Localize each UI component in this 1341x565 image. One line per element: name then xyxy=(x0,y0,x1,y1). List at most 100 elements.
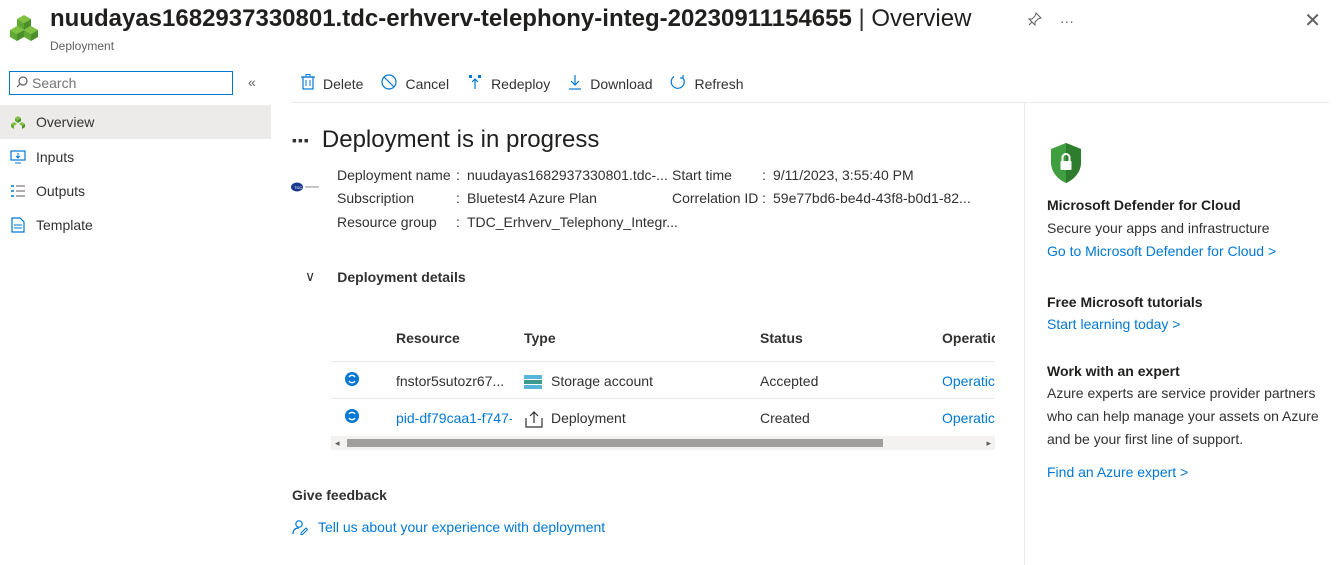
inputs-icon xyxy=(10,150,26,164)
toolbar-divider xyxy=(291,102,1329,103)
colon-separator: : xyxy=(762,167,766,183)
column-header-operation[interactable]: Operatic xyxy=(942,330,995,346)
cancel-label: Cancel xyxy=(405,76,450,92)
table-row-type: Deployment xyxy=(551,410,626,426)
redeploy-button[interactable]: Redeploy xyxy=(467,74,550,95)
deployment-name-label: Deployment name xyxy=(337,167,451,183)
expert-title: Work with an expert xyxy=(1047,363,1180,379)
table-row-status: Created xyxy=(760,410,810,426)
close-icon[interactable]: ✕ xyxy=(1304,8,1321,33)
outputs-icon xyxy=(10,184,26,198)
start-time-label: Start time xyxy=(672,167,732,183)
colon-separator: : xyxy=(456,167,460,183)
scroll-right-icon[interactable]: ▸ xyxy=(986,436,991,450)
svg-text:TDC: TDC xyxy=(294,185,302,190)
cancel-icon xyxy=(381,73,398,95)
status-sync-icon xyxy=(345,372,359,386)
sidebar-item-label: Template xyxy=(36,217,93,233)
expert-description-line: and be your first line of support. xyxy=(1047,431,1244,447)
sidebar-item-label: Inputs xyxy=(36,149,75,165)
more-options-icon[interactable]: ··· xyxy=(1060,13,1074,29)
column-header-status[interactable]: Status xyxy=(760,330,803,346)
defender-shield-icon xyxy=(1049,142,1332,189)
sidebar-item-inputs[interactable]: Inputs xyxy=(0,140,271,174)
download-button[interactable]: Download xyxy=(568,74,652,95)
defender-title: Microsoft Defender for Cloud xyxy=(1047,197,1241,213)
download-label: Download xyxy=(590,76,653,92)
row-divider xyxy=(331,398,995,399)
deployment-details-toggle[interactable]: ∨ Deployment details xyxy=(305,268,466,285)
table-row-resource-link[interactable]: pid-df79caa1-f747- xyxy=(396,410,512,426)
sidebar-item-overview[interactable]: Overview xyxy=(0,105,271,139)
feedback-icon xyxy=(292,519,308,535)
table-row-resource: fnstor5sutozr67... xyxy=(396,373,505,389)
refresh-label: Refresh xyxy=(694,76,744,92)
correlation-id-label: Correlation ID xyxy=(672,190,759,206)
scroll-left-icon[interactable]: ◂ xyxy=(335,436,340,450)
start-time-value: 9/11/2023, 3:55:40 PM xyxy=(773,167,914,183)
subscription-link[interactable]: Bluetest4 Azure Plan xyxy=(467,190,597,206)
table-row-operation-link[interactable]: Operatic xyxy=(942,373,995,389)
subscription-label: Subscription xyxy=(337,190,415,206)
title-separator: | xyxy=(858,5,865,32)
colon-separator: : xyxy=(456,214,460,230)
expert-description-line: Azure experts are service provider partn… xyxy=(1047,385,1316,401)
table-row-operation-link[interactable]: Operatic xyxy=(942,410,995,426)
refresh-button[interactable]: Refresh xyxy=(670,74,744,95)
collapse-sidebar-icon[interactable]: « xyxy=(248,74,256,90)
resource-group-link[interactable]: TDC_Erhverv_Telephony_Integr... xyxy=(467,214,678,230)
delete-button[interactable]: Delete xyxy=(301,73,364,95)
deployment-status: ▪▪▪ Deployment is in progress xyxy=(292,126,599,154)
title-actions: ··· xyxy=(1027,12,1074,31)
download-icon xyxy=(568,74,582,95)
search-icon xyxy=(16,75,28,91)
side-panel: Microsoft Defender for Cloud Secure your… xyxy=(1047,142,1332,480)
chevron-down-icon: ∨ xyxy=(305,268,316,284)
row-divider xyxy=(331,361,995,362)
overview-icon xyxy=(10,115,26,129)
feedback-link-label: Tell us about your experience with deplo… xyxy=(318,519,606,535)
feedback-title: Give feedback xyxy=(292,487,387,503)
delete-label: Delete xyxy=(323,76,364,92)
scrollbar-thumb[interactable] xyxy=(347,439,883,447)
status-sync-icon xyxy=(345,409,359,423)
tutorials-title: Free Microsoft tutorials xyxy=(1047,294,1203,310)
table-row-status: Accepted xyxy=(760,373,819,389)
sidebar-item-template[interactable]: Template xyxy=(0,208,271,242)
search-input[interactable] xyxy=(32,75,212,91)
resource-group-label: Resource group xyxy=(337,214,437,230)
side-panel-divider xyxy=(1024,103,1025,565)
trash-icon xyxy=(301,73,315,95)
pin-icon[interactable] xyxy=(1027,12,1046,29)
progress-dots-icon: ▪▪▪ xyxy=(292,132,310,148)
search-box[interactable] xyxy=(9,71,233,95)
tutorials-link[interactable]: Start learning today > xyxy=(1047,313,1180,336)
page-title-name: nuudayas1682937330801.tdc-erhverv-teleph… xyxy=(50,5,852,32)
deployment-logo-icon: TDC xyxy=(291,180,319,192)
redeploy-label: Redeploy xyxy=(491,76,551,92)
refresh-icon xyxy=(670,74,686,95)
feedback-link[interactable]: Tell us about your experience with deplo… xyxy=(292,519,605,535)
sidebar-item-label: Overview xyxy=(36,114,95,130)
table-row-type: Storage account xyxy=(551,373,653,389)
colon-separator: : xyxy=(762,190,766,206)
horizontal-scrollbar[interactable]: ◂ ▸ xyxy=(331,436,995,450)
deployment-details-title: Deployment details xyxy=(337,268,466,285)
correlation-id-value: 59e77bd6-be4d-43f8-b0d1-82... xyxy=(773,190,971,206)
cancel-button[interactable]: Cancel xyxy=(381,73,450,95)
page-subtitle: Deployment xyxy=(50,39,115,53)
page-title: nuudayas1682937330801.tdc-erhverv-teleph… xyxy=(50,5,971,33)
sidebar-item-outputs[interactable]: Outputs xyxy=(0,174,271,208)
expert-link[interactable]: Find an Azure expert > xyxy=(1047,461,1188,484)
storage-account-icon xyxy=(524,375,542,394)
colon-separator: : xyxy=(456,190,460,206)
deployment-icon xyxy=(524,410,544,433)
redeploy-icon xyxy=(467,74,483,95)
template-icon xyxy=(10,217,26,233)
column-header-resource[interactable]: Resource xyxy=(396,330,460,346)
column-header-type[interactable]: Type xyxy=(524,330,556,346)
deployment-status-title: Deployment is in progress xyxy=(321,126,600,153)
deployment-cube-icon xyxy=(9,12,39,42)
defender-link[interactable]: Go to Microsoft Defender for Cloud > xyxy=(1047,240,1276,263)
page-title-section: Overview xyxy=(871,5,972,32)
